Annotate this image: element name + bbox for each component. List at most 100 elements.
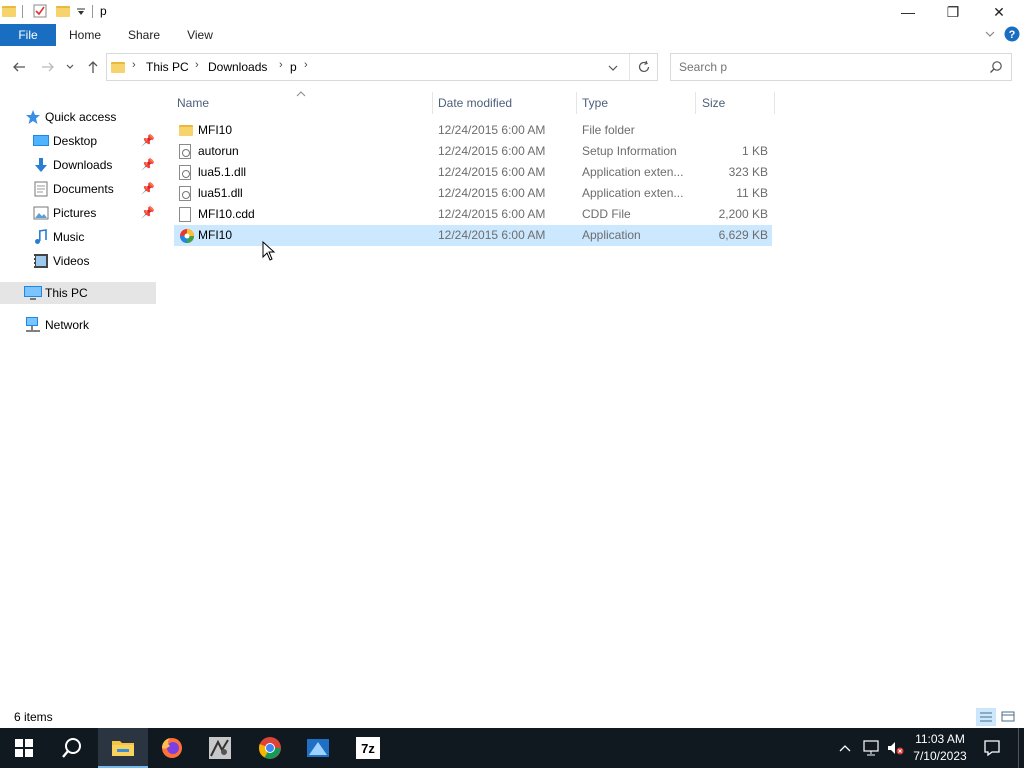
- file-name: lua51.dll: [198, 186, 243, 200]
- pin-icon[interactable]: 📌: [141, 182, 155, 195]
- clock-time: 11:03 AM: [915, 732, 965, 746]
- sidebar-item-label: Music: [53, 230, 85, 244]
- app-icon[interactable]: [294, 728, 342, 768]
- details-view-button[interactable]: [976, 708, 996, 726]
- breadcrumb-this-pc[interactable]: This PC: [146, 60, 189, 74]
- tab-share[interactable]: Share: [122, 24, 166, 46]
- file-name: MFI10: [198, 123, 233, 137]
- clock[interactable]: 11:03 AM 7/10/2023: [906, 731, 974, 765]
- show-desktop-button[interactable]: [1018, 728, 1024, 768]
- sidebar-item-pictures[interactable]: Pictures 📌: [0, 202, 156, 224]
- breadcrumb-downloads[interactable]: Downloads: [208, 60, 267, 74]
- search-icon[interactable]: [48, 728, 96, 768]
- sidebar-item-videos[interactable]: Videos: [0, 250, 156, 272]
- sidebar-item-label: This PC: [45, 286, 88, 300]
- properties-icon[interactable]: [33, 4, 47, 18]
- folder-icon[interactable]: [2, 4, 16, 18]
- file-row-lua51-dll[interactable]: lua51.dll 12/24/2015 6:00 AM Application…: [174, 183, 772, 204]
- address-bar[interactable]: › This PC › Downloads › p ›: [106, 53, 658, 81]
- app-icon[interactable]: [196, 728, 244, 768]
- large-icons-view-button[interactable]: [998, 708, 1018, 726]
- pin-icon[interactable]: 📌: [141, 158, 155, 171]
- network-tray-icon[interactable]: [862, 728, 880, 768]
- file-type: Application exten...: [582, 186, 684, 200]
- dll-icon: [179, 165, 193, 180]
- help-icon[interactable]: ?: [1004, 26, 1020, 45]
- sidebar-item-quick-access[interactable]: Quick access: [0, 106, 156, 128]
- file-type: Application exten...: [582, 165, 684, 179]
- forward-button[interactable]: [37, 56, 59, 78]
- file-row-autorun[interactable]: autorun 12/24/2015 6:00 AM Setup Informa…: [174, 141, 772, 162]
- file-size: 323 KB: [728, 165, 768, 179]
- sidebar-item-downloads[interactable]: Downloads 📌: [0, 154, 156, 176]
- sidebar-item-music[interactable]: Music: [0, 226, 156, 248]
- navigation-bar: › This PC › Downloads › p ›: [0, 50, 1024, 84]
- address-dropdown-icon[interactable]: [607, 62, 619, 76]
- file-icon: [179, 207, 193, 222]
- recent-locations-button[interactable]: [61, 56, 79, 78]
- column-header-size[interactable]: Size: [696, 92, 774, 114]
- chevron-right-icon[interactable]: ›: [279, 59, 283, 71]
- tab-view[interactable]: View: [180, 24, 220, 46]
- file-date: 12/24/2015 6:00 AM: [438, 186, 546, 200]
- sidebar-item-label: Quick access: [45, 110, 117, 124]
- file-date: 12/24/2015 6:00 AM: [438, 123, 546, 137]
- minimize-button[interactable]: —: [885, 0, 931, 24]
- customize-toolbar-icon[interactable]: [76, 6, 90, 20]
- file-name: lua5.1.dll: [198, 165, 247, 179]
- search-box[interactable]: [670, 53, 1012, 81]
- 7zip-icon[interactable]: 7z: [344, 728, 392, 768]
- restore-button[interactable]: ❐: [930, 0, 976, 24]
- tab-home[interactable]: Home: [62, 24, 108, 46]
- close-button[interactable]: ✕: [976, 0, 1022, 24]
- chrome-icon[interactable]: [246, 728, 294, 768]
- chevron-right-icon[interactable]: ›: [132, 59, 136, 71]
- folder-icon: [111, 60, 125, 73]
- column-header-type[interactable]: Type: [577, 92, 695, 114]
- up-button[interactable]: [82, 56, 104, 78]
- dll-icon: [179, 186, 193, 201]
- sidebar-item-desktop[interactable]: Desktop 📌: [0, 130, 156, 152]
- show-hidden-icons-icon[interactable]: [838, 728, 852, 768]
- file-list: Name Date modified Type Size MFI10 12/24…: [172, 91, 776, 692]
- sidebar-item-this-pc[interactable]: This PC: [0, 282, 156, 304]
- file-row-mfi10-folder[interactable]: MFI10 12/24/2015 6:00 AM File folder: [174, 120, 772, 141]
- window-title: p: [100, 4, 107, 18]
- tab-file[interactable]: File: [0, 24, 56, 46]
- sidebar-item-network[interactable]: Network: [0, 314, 156, 336]
- column-header-name[interactable]: Name: [172, 92, 430, 114]
- expand-ribbon-icon[interactable]: [984, 28, 996, 43]
- file-row-lua5-1-dll[interactable]: lua5.1.dll 12/24/2015 6:00 AM Applicatio…: [174, 162, 772, 183]
- firefox-icon[interactable]: [148, 728, 196, 768]
- file-name: MFI10: [198, 228, 233, 242]
- status-bar: 6 items: [0, 706, 1024, 728]
- pin-icon[interactable]: 📌: [141, 134, 155, 147]
- network-icon: [24, 317, 40, 333]
- sidebar-item-label: Pictures: [53, 206, 97, 220]
- new-folder-icon[interactable]: [56, 4, 70, 18]
- column-header-date-modified[interactable]: Date modified: [433, 92, 575, 114]
- refresh-icon[interactable]: [637, 60, 651, 77]
- search-input[interactable]: [679, 60, 979, 74]
- back-button[interactable]: [8, 56, 30, 78]
- start-icon[interactable]: [0, 728, 48, 768]
- pin-icon[interactable]: 📌: [141, 206, 155, 219]
- download-icon: [33, 157, 49, 173]
- chevron-right-icon[interactable]: ›: [195, 59, 199, 71]
- ribbon-tabs: File Home Share View ?: [0, 24, 1024, 46]
- sidebar-item-documents[interactable]: Documents 📌: [0, 178, 156, 200]
- documents-icon: [33, 181, 49, 197]
- volume-muted-icon[interactable]: [886, 728, 904, 768]
- notifications-icon[interactable]: [983, 728, 1001, 768]
- file-name: MFI10.cdd: [198, 207, 255, 221]
- column-divider[interactable]: [774, 92, 775, 114]
- search-icon[interactable]: [989, 60, 1003, 77]
- sidebar-item-label: Videos: [53, 254, 90, 268]
- file-row-mfi10-cdd[interactable]: MFI10.cdd 12/24/2015 6:00 AM CDD File 2,…: [174, 204, 772, 225]
- file-type: File folder: [582, 123, 635, 137]
- column-label: Size: [702, 96, 726, 110]
- file-explorer-icon[interactable]: [98, 728, 148, 768]
- breadcrumb-p[interactable]: p: [290, 60, 297, 74]
- file-date: 12/24/2015 6:00 AM: [438, 207, 546, 221]
- chevron-right-icon[interactable]: ›: [304, 59, 308, 71]
